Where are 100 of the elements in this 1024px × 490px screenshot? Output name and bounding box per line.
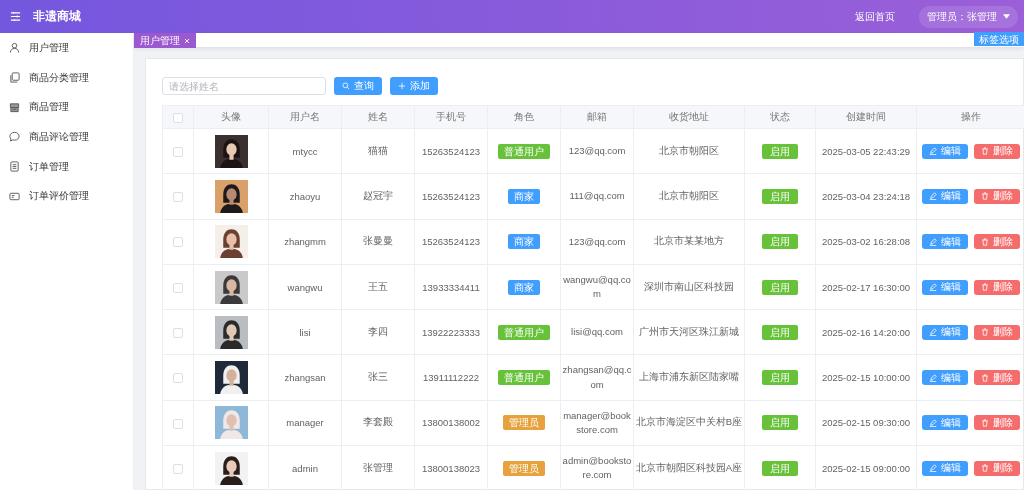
- edit-button[interactable]: 编辑: [922, 143, 968, 159]
- row-checkbox[interactable]: [173, 237, 183, 248]
- table-cell: 广州市天河区珠江新城: [633, 309, 745, 355]
- edit-button[interactable]: 编辑: [922, 370, 968, 386]
- delete-button[interactable]: 删除: [974, 324, 1020, 340]
- row-checkbox[interactable]: [173, 192, 183, 203]
- table-cell: 北京市某某地方: [633, 219, 745, 265]
- edit-button[interactable]: 编辑: [922, 460, 968, 476]
- table-cell: 2025-03-04 23:24:18: [815, 173, 917, 220]
- select-all-checkbox[interactable]: [173, 112, 183, 123]
- delete-button[interactable]: 删除: [974, 415, 1020, 431]
- caret-icon: [1003, 14, 1010, 19]
- status-tag: 启用: [762, 234, 798, 250]
- status-tag: 启用: [762, 415, 798, 431]
- delete-button[interactable]: 删除: [974, 460, 1020, 476]
- role-tag: 普通用户: [498, 370, 550, 386]
- edit-button[interactable]: 编辑: [922, 415, 968, 431]
- column-header: 状态: [744, 105, 816, 129]
- add-button[interactable]: 添加: [390, 77, 438, 95]
- pencil-icon: [929, 192, 937, 201]
- delete-button[interactable]: 删除: [974, 279, 1020, 295]
- trash-icon: [981, 328, 989, 337]
- edit-button[interactable]: 编辑: [922, 188, 968, 204]
- sidebar-item[interactable]: 商品管理: [0, 92, 133, 123]
- row-checkbox[interactable]: [173, 146, 183, 157]
- sidebar-label: 用户管理: [29, 40, 69, 55]
- pencil-icon: [929, 418, 937, 427]
- table-cell: mtycc: [268, 128, 342, 174]
- table-cell: manager@bookstore.com: [560, 400, 634, 446]
- table-cell: 深圳市南山区科技园: [633, 264, 745, 310]
- table-cell: 北京市朝阳区科技园A座: [633, 445, 745, 490]
- table-cell: 123@qq.com: [560, 219, 634, 265]
- page-tab[interactable]: 用户管理: [134, 33, 196, 48]
- table-cell: 北京市朝阳区: [633, 128, 745, 174]
- table-cell: 2025-02-15 10:00:00: [815, 355, 917, 401]
- trash-icon: [981, 147, 989, 156]
- role-tag: 普通用户: [498, 143, 550, 159]
- edit-button[interactable]: 编辑: [922, 324, 968, 340]
- chat-icon: [9, 131, 20, 143]
- edit-button[interactable]: 编辑: [922, 279, 968, 295]
- sidebar-label: 商品评论管理: [29, 129, 89, 144]
- table-cell: wangwu@qq.com: [560, 264, 634, 310]
- sidebar-label: 订单评价管理: [29, 189, 89, 204]
- delete-button[interactable]: 删除: [974, 370, 1020, 386]
- close-icon[interactable]: [184, 37, 190, 44]
- table-cell: 北京市朝阳区: [633, 173, 745, 220]
- column-header: 操作: [916, 105, 1024, 129]
- menu-icon[interactable]: [10, 11, 21, 22]
- table-cell: 张三: [341, 355, 415, 401]
- status-tag: 启用: [762, 370, 798, 386]
- row-checkbox[interactable]: [173, 282, 183, 293]
- row-checkbox[interactable]: [173, 418, 183, 429]
- trash-icon: [981, 464, 989, 473]
- table-cell: 上海市浦东新区陆家嘴: [633, 355, 745, 401]
- table-cell: 13911112222: [414, 355, 488, 401]
- document-icon: [9, 161, 20, 173]
- table-cell: 猫猫: [341, 128, 415, 174]
- trash-icon: [981, 283, 989, 292]
- user-menu[interactable]: 管理员：张管理: [919, 5, 1018, 28]
- search-button[interactable]: 查询: [334, 77, 382, 95]
- table-cell: 15263524123: [414, 128, 488, 174]
- home-link[interactable]: 返回首页: [855, 9, 895, 24]
- table-cell: 15263524123: [414, 173, 488, 220]
- table-cell: 北京市海淀区中关村B座: [633, 400, 745, 446]
- status-tag: 启用: [762, 188, 798, 204]
- sidebar-item[interactable]: 订单评价管理: [0, 181, 133, 212]
- row-checkbox[interactable]: [173, 463, 183, 474]
- search-field[interactable]: 请选择姓名: [162, 77, 326, 95]
- sidebar-label: 商品管理: [29, 100, 69, 115]
- row-checkbox[interactable]: [173, 328, 183, 339]
- table-cell: zhangsan@qq.com: [560, 355, 634, 401]
- copy-icon: [9, 72, 20, 84]
- table-cell: 123@qq.com: [560, 128, 634, 174]
- table-cell: 2025-02-16 14:20:00: [815, 309, 917, 355]
- sidebar-item[interactable]: 商品分类管理: [0, 62, 133, 93]
- column-header: 邮箱: [560, 105, 634, 129]
- tab-label: 用户管理: [140, 35, 180, 46]
- table-cell: 13933334411: [414, 264, 488, 310]
- sidebar-item[interactable]: 商品评论管理: [0, 122, 133, 152]
- column-header: 手机号: [414, 105, 488, 129]
- delete-button[interactable]: 删除: [974, 188, 1020, 204]
- row-checkbox[interactable]: [173, 373, 183, 384]
- edit-button[interactable]: 编辑: [922, 234, 968, 250]
- delete-button[interactable]: 删除: [974, 234, 1020, 250]
- sidebar-item[interactable]: 订单管理: [0, 151, 133, 182]
- table-cell: zhaoyu: [268, 173, 342, 220]
- role-tag: 管理员: [503, 460, 545, 476]
- card-icon: [9, 190, 20, 202]
- column-header: 用户名: [268, 105, 342, 129]
- table-cell: 2025-02-17 16:30:00: [815, 264, 917, 310]
- table-cell: wangwu: [268, 264, 342, 310]
- box-icon: [9, 101, 20, 113]
- delete-button[interactable]: 删除: [974, 143, 1020, 159]
- sidebar-item[interactable]: 用户管理: [0, 33, 133, 63]
- table-cell: 111@qq.com: [560, 173, 634, 220]
- table-cell: zhangmm: [268, 219, 342, 265]
- column-header: 姓名: [341, 105, 415, 129]
- table-cell: lisi@qq.com: [560, 309, 634, 355]
- tab-options-button[interactable]: 标签选项: [974, 32, 1024, 46]
- role-tag: 管理员: [503, 415, 545, 431]
